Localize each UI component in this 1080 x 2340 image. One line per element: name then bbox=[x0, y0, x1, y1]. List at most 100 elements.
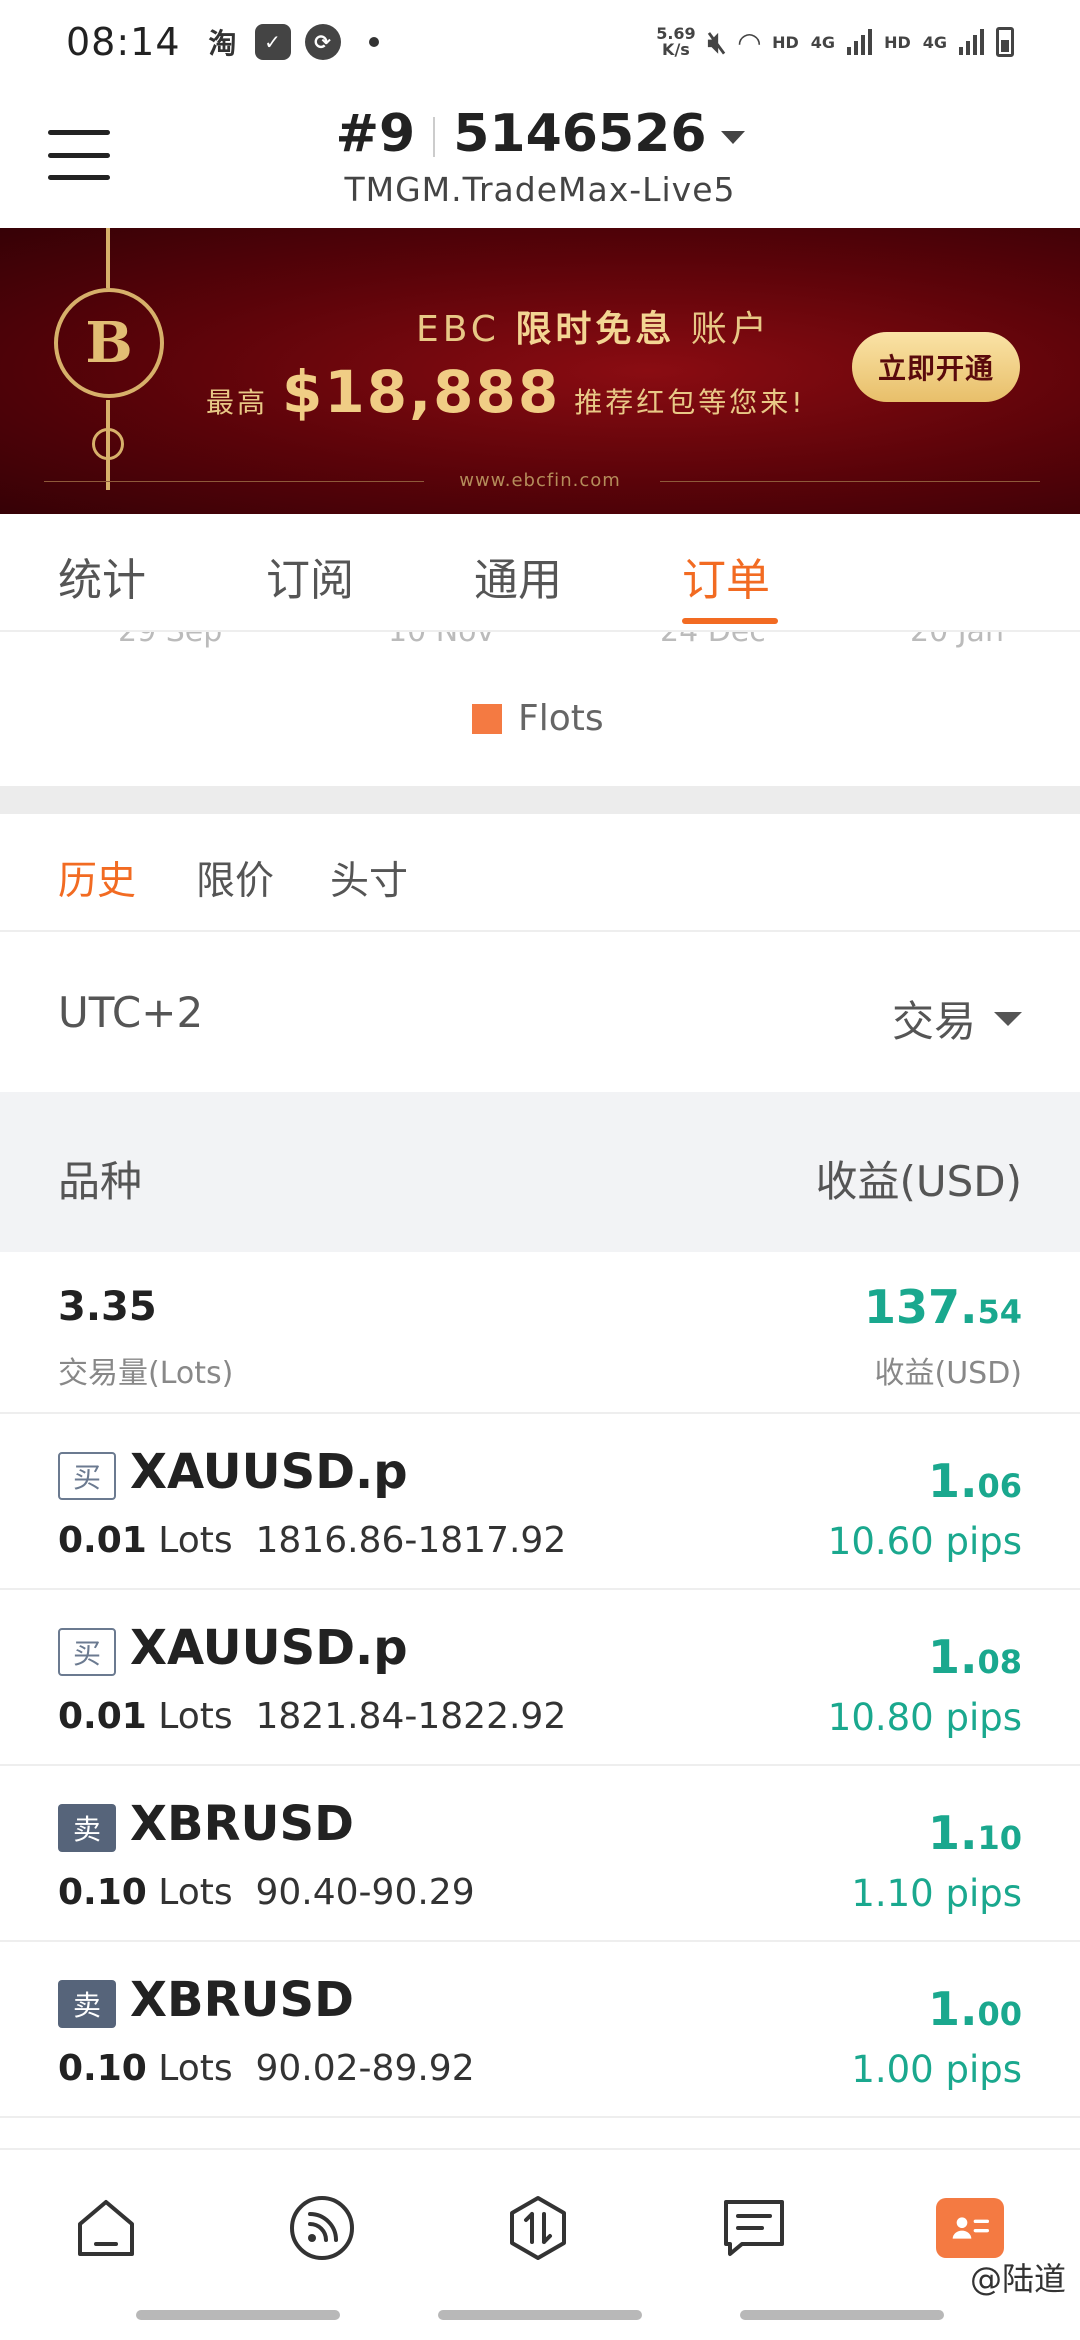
x-tick-label: 10 Nov bbox=[388, 632, 494, 649]
gesture-bar-left bbox=[136, 2310, 340, 2320]
chevron-down-icon bbox=[994, 1011, 1022, 1026]
total-profit-label: 收益(USD) bbox=[874, 1356, 1022, 1391]
tab-statistics[interactable]: 统计 bbox=[58, 544, 146, 608]
tab-subscription[interactable]: 订阅 bbox=[266, 544, 354, 608]
taobao-icon: 淘 bbox=[208, 27, 237, 60]
chinese-knot-icon bbox=[92, 428, 124, 460]
active-tab-indicator bbox=[682, 618, 778, 624]
total-lots: 3.35 bbox=[58, 1284, 157, 1330]
x-tick-label: 24 Dec bbox=[660, 632, 766, 649]
trade-exchange-icon bbox=[510, 2196, 566, 2260]
signal-icon-2 bbox=[959, 29, 984, 55]
tab-limit-orders[interactable]: 限价 bbox=[196, 850, 274, 906]
nav-messages[interactable] bbox=[718, 2192, 790, 2264]
watermark: @陆道 bbox=[969, 2260, 1066, 2298]
message-icon bbox=[724, 2200, 784, 2256]
summary-row: 3.35 交易量(Lots) 137.54 收益(USD) bbox=[0, 1252, 1080, 1414]
server-name: TMGM.TradeMax-Live5 bbox=[344, 170, 736, 209]
column-header-symbol: 品种 bbox=[58, 1157, 143, 1206]
sync-app-icon: ⟳ bbox=[304, 24, 341, 60]
sell-badge: 卖 bbox=[58, 1980, 116, 2028]
trade-row[interactable]: 买 XAUUSD.p 0.01 Lots 1816.86-1817.92 1.0… bbox=[0, 1414, 1080, 1590]
trade-detail: 0.01 Lots 1821.84-1822.92 bbox=[58, 1696, 567, 1737]
trade-symbol: XAUUSD.p bbox=[130, 1444, 408, 1500]
tab-history[interactable]: 历史 bbox=[58, 850, 136, 906]
legend-label: Flots bbox=[518, 698, 604, 739]
bottom-nav bbox=[0, 2148, 1080, 2298]
trade-pips: 1.00 pips bbox=[851, 2048, 1022, 2091]
app-header: #9 5146526 TMGM.TradeMax-Live5 bbox=[0, 84, 1080, 228]
banner-offer: 最高 $18,888 推荐红包等您来! bbox=[206, 358, 806, 426]
trade-detail: 0.10 Lots 90.40-90.29 bbox=[58, 1872, 475, 1913]
total-lots-label: 交易量(Lots) bbox=[58, 1356, 234, 1391]
trade-symbol: XAUUSD.p bbox=[130, 1620, 408, 1676]
status-time: 08:14 bbox=[66, 20, 181, 64]
wifi-icon: ◠ bbox=[738, 25, 761, 59]
lots-chart: 29 Sep 10 Nov 24 Dec 20 Jan Flots bbox=[0, 632, 1080, 786]
tab-positions[interactable]: 头寸 bbox=[330, 850, 408, 906]
x-tick-label: 29 Sep bbox=[118, 632, 222, 649]
trade-profit: 1.10 bbox=[927, 1806, 1022, 1860]
account-prefix: #9 bbox=[335, 104, 416, 164]
nav-signals[interactable] bbox=[286, 2192, 358, 2264]
system-icons: 5.69 K/s 🔇︎ ◠ HD 4G HD 4G bbox=[656, 25, 1014, 60]
banner-headline: EBC 限时免息 账户 bbox=[416, 309, 771, 350]
hd-label-2: HD bbox=[884, 32, 911, 52]
buy-badge: 买 bbox=[58, 1452, 116, 1500]
order-sub-tabs: 历史 限价 头寸 bbox=[0, 814, 1080, 932]
trade-symbol: XBRUSD bbox=[130, 1796, 354, 1852]
filter-row: UTC+2 交易 bbox=[0, 932, 1080, 1092]
profile-card-icon bbox=[936, 2198, 1004, 2258]
tab-orders[interactable]: 订单 bbox=[682, 544, 770, 608]
battery-icon bbox=[996, 27, 1014, 57]
promo-banner[interactable]: B EBC 限时免息 账户 最高 $18,888 推荐红包等您来! 立即开通 w… bbox=[0, 228, 1080, 514]
tab-general[interactable]: 通用 bbox=[474, 544, 562, 608]
network-label-1: 4G bbox=[810, 32, 836, 52]
nav-trade[interactable] bbox=[502, 2192, 574, 2264]
account-separator bbox=[433, 117, 436, 157]
account-number: 5146526 bbox=[453, 104, 707, 164]
open-account-button[interactable]: 立即开通 bbox=[852, 332, 1020, 402]
buy-badge: 买 bbox=[58, 1628, 116, 1676]
trade-symbol: XBRUSD bbox=[130, 1972, 354, 2028]
type-filter-dropdown[interactable]: 交易 bbox=[892, 988, 1022, 1049]
trade-pips: 1.10 pips bbox=[851, 1872, 1022, 1915]
network-speed: 5.69 K/s bbox=[656, 24, 696, 59]
nav-home[interactable] bbox=[70, 2192, 142, 2264]
ebc-logo-icon: B bbox=[54, 288, 164, 398]
banner-cord-decoration bbox=[106, 228, 110, 288]
signal-icon-1 bbox=[847, 29, 873, 55]
trade-row[interactable]: 卖 XBRUSD 0.10 Lots 90.40-90.29 1.10 1.10… bbox=[0, 1766, 1080, 1942]
gesture-bar-center bbox=[438, 2310, 642, 2320]
hd-label-1: HD bbox=[772, 32, 799, 52]
trade-detail: 0.01 Lots 1816.86-1817.92 bbox=[58, 1520, 567, 1561]
trade-detail: 0.10 Lots 90.02-89.92 bbox=[58, 2048, 475, 2089]
signal-feed-icon bbox=[290, 2196, 354, 2260]
total-profit: 137.54 bbox=[863, 1280, 1022, 1334]
section-divider bbox=[0, 786, 1080, 814]
notification-icons: 淘 ✓ ⟳ bbox=[205, 24, 379, 60]
home-icon bbox=[78, 2200, 134, 2256]
trade-profit: 1.08 bbox=[927, 1630, 1022, 1684]
main-tabs: 统计 订阅 通用 订单 bbox=[0, 514, 1080, 632]
more-notifications-icon bbox=[368, 37, 379, 47]
timezone-label[interactable]: UTC+2 bbox=[58, 988, 203, 1037]
x-tick-label: 20 Jan bbox=[910, 632, 1004, 649]
trade-row[interactable]: 买 XAUUSD.p 0.01 Lots 1821.84-1822.92 1.0… bbox=[0, 1590, 1080, 1766]
trade-pips: 10.80 pips bbox=[827, 1696, 1022, 1739]
column-header-profit: 收益(USD) bbox=[815, 1157, 1022, 1206]
table-header: 品种 收益(USD) bbox=[0, 1092, 1080, 1252]
chevron-down-icon bbox=[720, 130, 745, 144]
account-selector[interactable]: #9 5146526 bbox=[0, 104, 1080, 164]
status-bar: 08:14 淘 ✓ ⟳ 5.69 K/s 🔇︎ ◠ HD 4G HD 4G bbox=[0, 0, 1080, 84]
trade-row[interactable]: 卖 XBRUSD 0.10 Lots 90.02-89.92 1.00 1.00… bbox=[0, 1942, 1080, 2118]
trade-profit: 1.06 bbox=[927, 1454, 1022, 1508]
banner-divider-right bbox=[660, 481, 1040, 482]
chat-app-icon: ✓ bbox=[254, 24, 291, 60]
trade-pips: 10.60 pips bbox=[827, 1520, 1022, 1563]
sell-badge: 卖 bbox=[58, 1804, 116, 1852]
type-filter-value: 交易 bbox=[891, 997, 976, 1046]
trade-profit: 1.00 bbox=[927, 1982, 1022, 2036]
legend-swatch bbox=[472, 703, 502, 734]
network-label-2: 4G bbox=[922, 32, 947, 52]
